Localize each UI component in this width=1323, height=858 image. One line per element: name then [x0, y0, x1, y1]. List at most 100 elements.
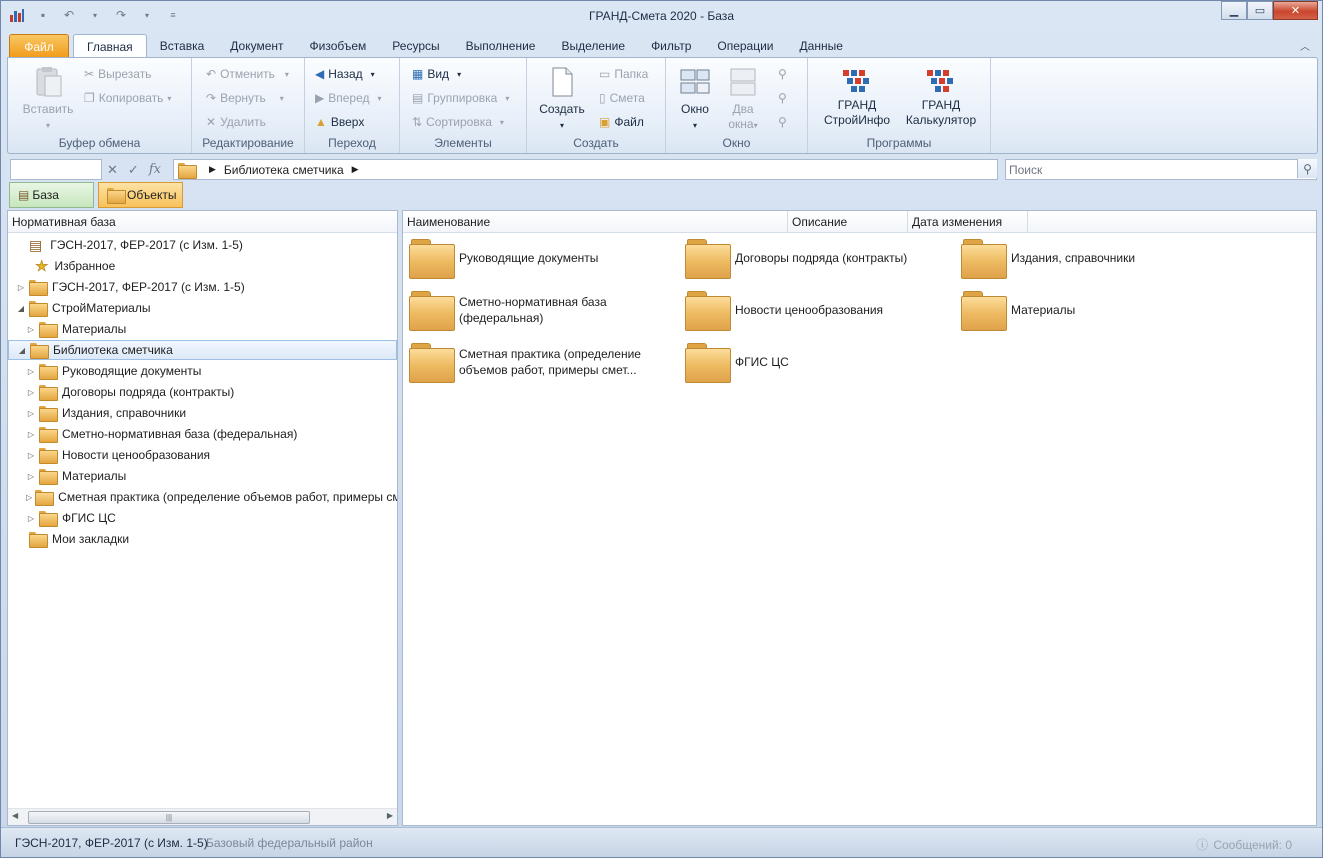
expand-arrow-icon[interactable]: ▷ — [26, 451, 36, 460]
collapse-arrow-icon[interactable]: ◢ — [16, 304, 26, 313]
group-by-button[interactable]: ▤ Группировка ▾ — [412, 88, 509, 108]
new-estimate-button[interactable]: ▯ Смета — [599, 88, 645, 108]
tab-objects[interactable]: Объекты — [98, 182, 183, 208]
tree-item[interactable]: ▷ Материалы — [8, 319, 397, 339]
search-input[interactable]: Поиск — [1005, 159, 1317, 180]
expand-arrow-icon[interactable]: ▷ — [26, 472, 36, 481]
forward-button[interactable]: ▶ Вперед ▾ — [315, 88, 382, 108]
folder-tile[interactable]: ФГИС ЦС — [685, 343, 955, 383]
function-icon[interactable]: fx — [149, 162, 161, 178]
minimize-button[interactable]: ▁ — [1221, 1, 1247, 20]
close-button[interactable]: ✕ — [1273, 1, 1318, 20]
column-headers: Наименование Описание Дата изменения — [403, 210, 1316, 233]
tab-filter[interactable]: Фильтр — [638, 34, 704, 58]
create-button[interactable]: Создать ▾ — [537, 66, 587, 133]
tree-item[interactable]: ▷ Издания, справочники — [8, 403, 397, 423]
tab-base[interactable]: ▤ База — [9, 182, 94, 208]
expand-arrow-icon[interactable]: ▷ — [26, 388, 36, 397]
expand-arrow-icon[interactable]: ▷ — [26, 367, 36, 376]
tree-item[interactable]: ▷ Договоры подряда (контракты) — [8, 382, 397, 402]
folder-tile[interactable]: Новости ценообразования — [685, 291, 955, 331]
folder-tile[interactable]: Сметно-нормативная база (федеральная) — [409, 291, 679, 331]
folder-icon — [39, 406, 58, 422]
window-button[interactable]: Окно ▾ — [672, 66, 718, 133]
tab-data[interactable]: Данные — [787, 34, 856, 58]
group-editing: ↶ Отменить ▾ ↷ Вернуть ▾ ✕ Удалить Редактиров… — [192, 58, 305, 153]
tree-item[interactable]: ▷ Сметно-нормативная база (федеральная) — [8, 424, 397, 444]
forward-arrow-icon: ▶ — [315, 91, 325, 105]
sort-button[interactable]: ⇅ Сортировка ▾ — [412, 112, 504, 132]
zoom-out-icon[interactable]: ⚲ — [778, 88, 787, 108]
folder-tile[interactable]: Договоры подряда (контракты) — [685, 239, 955, 279]
tree-item[interactable]: Мои закладки — [8, 529, 397, 549]
up-button[interactable]: ▲ Вверх — [315, 112, 364, 132]
tab-file[interactable]: Файл — [9, 34, 69, 58]
folder-icon — [39, 448, 58, 464]
folder-label-line: Сметная практика (определение — [459, 347, 641, 361]
cut-button[interactable]: ✂ Вырезать — [84, 64, 151, 84]
breadcrumb-item[interactable]: Библиотека сметчика — [224, 163, 344, 177]
tree-item[interactable]: ◢ СтройМатериалы — [8, 298, 397, 318]
expand-arrow-icon[interactable]: ▷ — [16, 283, 26, 292]
two-windows-button[interactable]: Два окна▾ — [722, 66, 764, 133]
tab-selection[interactable]: Выделение — [548, 34, 638, 58]
tree-item[interactable]: ▷ ГЭСН-2017, ФЕР-2017 (с Изм. 1-5) — [8, 277, 397, 297]
tree-item[interactable]: ★ Избранное — [8, 256, 397, 276]
delete-button[interactable]: ✕ Удалить — [206, 112, 266, 132]
scroll-thumb[interactable]: ||| — [28, 811, 310, 824]
column-description[interactable]: Описание — [788, 210, 908, 233]
folder-tile[interactable]: Руководящие документы — [409, 239, 679, 279]
column-name[interactable]: Наименование — [403, 210, 788, 233]
zoom-reset-icon[interactable]: ⚲ — [778, 112, 787, 132]
new-file-button[interactable]: ▣ Файл — [599, 112, 644, 132]
redo-button[interactable]: ↷ Вернуть ▾ — [206, 88, 284, 108]
address-path[interactable]: ▶ Библиотека сметчика ▶ — [173, 159, 998, 180]
tree-item[interactable]: ▷ Сметная практика (определение объемов р… — [8, 487, 397, 507]
maximize-button[interactable]: ▭ — [1247, 1, 1273, 20]
view-button[interactable]: ▦ Вид ▾ — [412, 64, 461, 84]
zoom-in-icon[interactable]: ⚲ — [778, 64, 787, 84]
confirm-icon[interactable]: ✓ — [128, 162, 139, 178]
tab-document[interactable]: Документ — [217, 34, 296, 58]
expand-arrow-icon[interactable]: ▷ — [26, 409, 36, 418]
folder-tile[interactable]: Сметная практика (определение объемов раб… — [409, 343, 679, 383]
scroll-left-icon[interactable]: ◀ — [12, 811, 18, 820]
collapse-arrow-icon[interactable]: ◢ — [17, 346, 27, 355]
back-button[interactable]: ◀ Назад ▾ — [315, 64, 375, 84]
collapse-ribbon-icon[interactable]: ︿ — [1300, 38, 1310, 53]
tree-item[interactable]: ▷ Новости ценообразования — [8, 445, 397, 465]
new-folder-button[interactable]: ▭ Папка — [599, 64, 648, 84]
delete-icon: ✕ — [206, 115, 217, 129]
tab-physvolume[interactable]: Физобъем — [297, 34, 380, 58]
name-box[interactable] — [10, 159, 102, 180]
expand-arrow-icon[interactable]: ▷ — [26, 430, 36, 439]
tab-insert[interactable]: Вставка — [147, 34, 218, 58]
column-modified-date[interactable]: Дата изменения — [908, 210, 1028, 233]
tree-item[interactable]: ▤ ГЭСН-2017, ФЕР-2017 (с Изм. 1-5) — [8, 235, 397, 255]
tab-operations[interactable]: Операции — [704, 34, 786, 58]
grand-calculator-button[interactable]: ГРАНД Калькулятор — [902, 66, 980, 128]
tree-item[interactable]: ▷ Материалы — [8, 466, 397, 486]
breadcrumb-separator-icon[interactable]: ▶ — [352, 164, 359, 175]
scroll-right-icon[interactable]: ▶ — [387, 811, 393, 820]
status-messages[interactable]: ⓘ Сообщений: 0 — [1196, 836, 1292, 853]
copy-button[interactable]: ❐ Копировать ▾ — [84, 88, 171, 108]
tab-resources[interactable]: Ресурсы — [379, 34, 452, 58]
expand-arrow-icon[interactable]: ▷ — [26, 514, 36, 523]
tree-item[interactable]: ◢ Библиотека сметчика — [8, 340, 397, 360]
folder-tile[interactable]: Издания, справочники — [961, 239, 1231, 279]
tab-execution[interactable]: Выполнение — [453, 34, 549, 58]
tree-item[interactable]: ▷ ФГИС ЦС — [8, 508, 397, 528]
folder-tile[interactable]: Материалы — [961, 291, 1231, 331]
tab-home[interactable]: Главная — [73, 34, 147, 58]
grand-stroyinfo-button[interactable]: ГРАНД СтройИнфо — [818, 66, 896, 128]
undo-button[interactable]: ↶ Отменить ▾ — [206, 64, 289, 84]
tree-item[interactable]: ▷ Руководящие документы — [8, 361, 397, 381]
paste-button[interactable]: Вставить ▾ — [16, 66, 80, 133]
search-button[interactable]: ⚲ — [1297, 159, 1317, 178]
horizontal-scrollbar[interactable]: ◀ ||| ▶ — [8, 808, 397, 825]
cancel-icon[interactable]: ✕ — [107, 162, 118, 178]
breadcrumb-separator-icon[interactable]: ▶ — [209, 164, 216, 175]
expand-arrow-icon[interactable]: ▷ — [26, 493, 32, 502]
expand-arrow-icon[interactable]: ▷ — [26, 325, 36, 334]
